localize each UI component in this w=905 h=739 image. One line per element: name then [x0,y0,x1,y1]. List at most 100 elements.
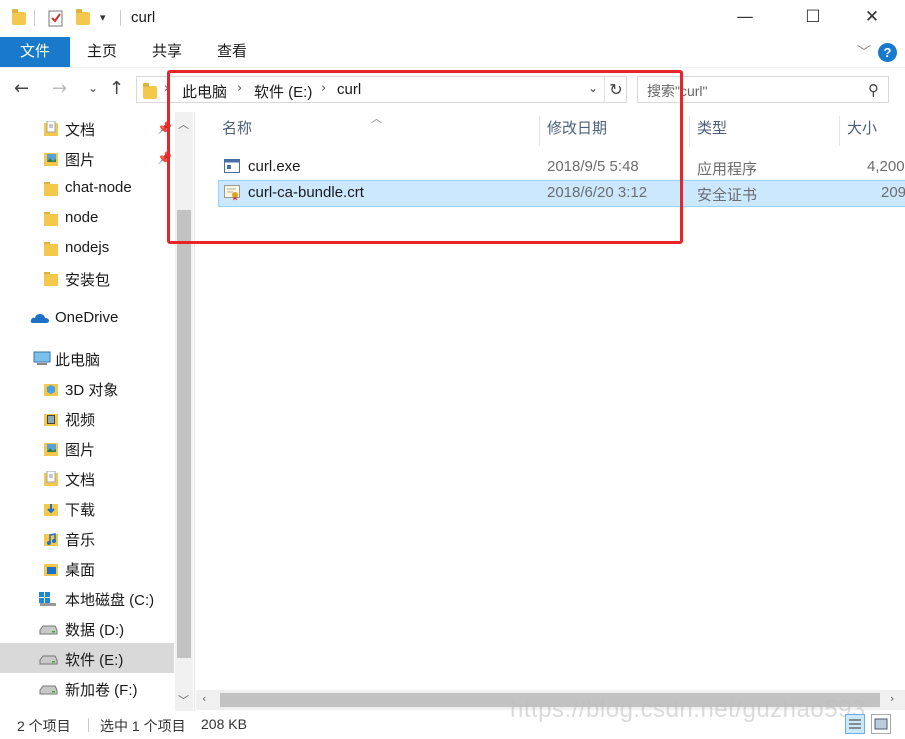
sidebar-item-label: 下载 [65,502,96,519]
close-button[interactable]: ✕ [849,0,895,34]
column-divider[interactable] [839,116,840,146]
customize-quick-access-icon[interactable]: ▾ [100,11,106,29]
file-size: 209 [881,184,905,201]
file-name: curl-ca-bundle.crt [248,184,364,201]
sidebar-item-downloads[interactable]: 下载 [0,493,174,523]
maximize-button[interactable]: ☐ [790,0,836,34]
breadcrumb-curl[interactable]: curl [337,81,361,98]
sidebar-item-drive-c[interactable]: 本地磁盘 (C:) [0,583,174,613]
3d-objects-icon [44,384,58,396]
sidebar-item-nodejs[interactable]: nodejs [0,233,174,263]
recent-locations-icon[interactable]: ⌄ [88,81,98,95]
forward-button[interactable]: → [52,78,67,99]
new-folder-icon[interactable] [76,9,90,27]
folder-icon [12,9,26,27]
status-item-count: 2 个项目 [17,718,71,734]
sidebar-item-music[interactable]: 音乐 [0,523,174,553]
sidebar-item-chat-node[interactable]: chat-node [0,173,174,203]
sidebar-scrollbar[interactable]: ︿ ﹀ [175,112,193,711]
sidebar-item-pictures-pinned[interactable]: 图片 📌 [0,143,174,173]
chevron-right-icon[interactable]: › [237,81,242,96]
search-box[interactable]: 搜索"curl" ⚲ [637,76,889,103]
tab-view[interactable]: 查看 [217,37,247,67]
sidebar-item-label: 图片 [65,442,96,459]
expand-ribbon-icon[interactable]: ﹀ [857,42,871,62]
sidebar-item-label: 桌面 [65,562,96,579]
column-header-type[interactable]: 类型 [697,112,727,148]
tab-share[interactable]: 共享 [152,37,182,67]
folder-icon [44,182,58,196]
sidebar-item-desktop[interactable]: 桌面 [0,553,174,583]
scroll-up-arrow-icon[interactable]: ︿ [178,116,189,132]
pane-divider[interactable] [194,112,195,711]
sidebar-item-drive-d[interactable]: 数据 (D:) [0,613,174,643]
watermark-text: https://blog.csdn.net/guzhao593 [510,696,866,723]
documents-folder-icon [44,121,58,136]
sidebar-item-documents-pinned[interactable]: 文档 📌 [0,113,174,143]
file-name: curl.exe [248,158,301,175]
sidebar-item-3d-objects[interactable]: 3D 对象 [0,373,174,403]
tab-file[interactable]: 文件 [0,37,70,67]
pictures-folder-icon [44,153,58,166]
sidebar-item-videos[interactable]: 视频 [0,403,174,433]
music-icon [44,533,58,546]
sidebar-item-documents[interactable]: 文档 [0,463,174,493]
sidebar-item-pictures[interactable]: 图片 [0,433,174,463]
breadcrumb-this-pc[interactable]: 此电脑 [182,81,227,102]
folder-icon [44,242,58,256]
column-header-name[interactable]: 名称 [222,112,252,148]
breadcrumb-drive-e[interactable]: 软件 (E:) [254,81,312,102]
scroll-right-arrow-icon[interactable]: › [890,692,894,705]
column-divider[interactable] [689,116,690,146]
documents-folder-icon [44,471,58,486]
chevron-down-icon[interactable]: ⌄ [588,81,598,95]
sidebar-item-installers[interactable]: 安装包 [0,263,174,293]
sidebar-item-drive-f[interactable]: 新加卷 (F:) [0,673,174,703]
sidebar-item-label: chat-node [65,179,132,196]
title-bar: ▾ curl — ☐ ✕ [0,0,905,37]
back-button[interactable]: ← [14,78,29,99]
certificate-file-icon [224,185,240,201]
refresh-icon[interactable]: ↻ [604,77,627,102]
sidebar-item-label: nodejs [65,239,110,256]
sidebar-item-onedrive[interactable]: OneDrive [0,303,174,333]
divider [120,10,121,26]
file-size: 4,200 [867,158,905,175]
ribbon-tabs: 文件 主页 共享 查看 ﹀ ? [0,37,905,68]
navigation-pane: 文档 📌 图片 📌 chat-node node nodejs 安装包 OneD… [0,112,196,711]
sidebar-item-label: 视频 [65,412,96,429]
chevron-right-icon[interactable]: › [164,81,169,96]
drive-icon [39,655,58,665]
sidebar-item-label: OneDrive [55,309,119,326]
properties-icon[interactable] [48,9,64,27]
divider [88,718,89,732]
file-row-curl-ca-bundle[interactable]: curl-ca-bundle.crt 2018/6/20 3:12 安全证书 2… [218,180,905,207]
chevron-right-icon[interactable]: › [321,81,326,96]
large-icons-view-icon[interactable] [871,714,891,734]
column-divider[interactable] [539,116,540,146]
scroll-left-arrow-icon[interactable]: ‹ [202,692,206,705]
help-button[interactable]: ? [878,43,897,62]
pin-icon[interactable]: 📌 [157,121,172,135]
pin-icon[interactable]: 📌 [157,151,172,165]
details-view-icon[interactable] [845,714,865,734]
column-header-size[interactable]: 大小 [847,112,877,148]
sidebar-item-drive-e[interactable]: 软件 (E:) [0,643,174,673]
scrollbar-thumb[interactable] [177,210,191,658]
tab-home[interactable]: 主页 [87,37,117,67]
sort-ascending-icon: ︿ [371,112,382,125]
address-bar[interactable]: › 此电脑 › 软件 (E:) › curl ⌄ ↻ [136,76,627,103]
up-button[interactable]: ↑ [109,78,124,99]
search-input[interactable]: 搜索"curl" [647,81,708,101]
sidebar-item-label: 音乐 [65,532,96,549]
folder-icon [143,83,157,99]
file-row-curl-exe[interactable]: curl.exe 2018/9/5 5:48 应用程序 4,200 [218,154,905,181]
column-header-modified[interactable]: 修改日期 [547,112,607,148]
sidebar-item-label: 本地磁盘 (C:) [65,592,155,609]
file-type: 应用程序 [697,161,758,178]
sidebar-item-this-pc[interactable]: 此电脑 [0,343,174,373]
minimize-button[interactable]: — [722,0,768,34]
scroll-down-arrow-icon[interactable]: ﹀ [178,692,189,708]
search-icon: ⚲ [868,81,879,99]
sidebar-item-node[interactable]: node [0,203,174,233]
